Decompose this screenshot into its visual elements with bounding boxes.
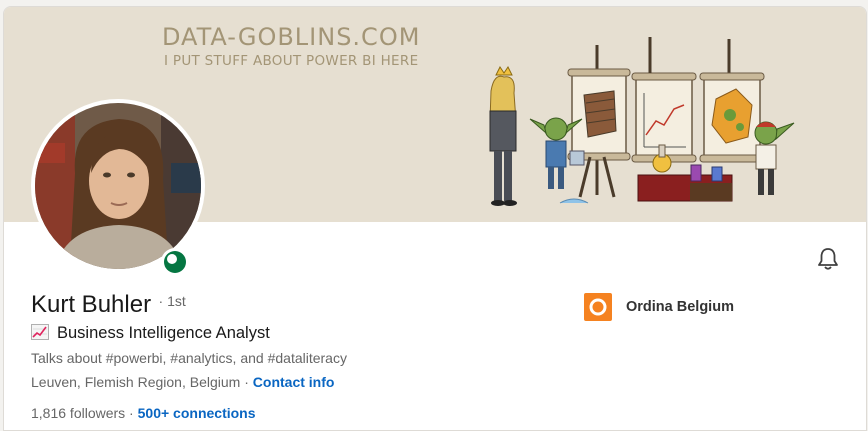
connections-link[interactable]: 500+ connections — [138, 405, 256, 421]
ordina-logo-icon — [584, 293, 612, 321]
online-status-indicator — [161, 248, 189, 276]
followers-count: 1,816 followers — [31, 405, 126, 421]
contact-info-link[interactable]: Contact info — [253, 374, 335, 390]
connection-degree: · 1st — [158, 293, 186, 309]
current-company[interactable]: Ordina Belgium — [584, 292, 734, 322]
separator: · — [240, 374, 253, 390]
avatar — [35, 103, 201, 269]
bell-icon[interactable] — [815, 246, 841, 272]
banner-title: DATA-GOBLINS.COM — [162, 23, 421, 51]
chart-increasing-icon — [31, 324, 49, 340]
profile-photo[interactable] — [31, 99, 205, 273]
headline-text: Business Intelligence Analyst — [57, 324, 270, 342]
separator: · — [125, 405, 138, 421]
talks-about: Talks about #powerbi, #analytics, and #d… — [31, 350, 347, 366]
profile-name-row: Kurt Buhler · 1st — [31, 291, 186, 319]
location-row: Leuven, Flemish Region, Belgium · Contac… — [31, 374, 334, 390]
profile-name: Kurt Buhler — [31, 291, 152, 318]
network-row: 1,816 followers · 500+ connections — [31, 405, 256, 421]
profile-headline: Business Intelligence Analyst — [31, 324, 270, 343]
banner-subtitle: I PUT STUFF ABOUT POWER BI HERE — [164, 53, 419, 69]
profile-card: DATA-GOBLINS.COM I PUT STUFF ABOUT POWER… — [3, 6, 867, 431]
company-name: Ordina Belgium — [626, 299, 734, 315]
location-text: Leuven, Flemish Region, Belgium — [31, 374, 241, 390]
goblins-illustration — [489, 37, 795, 206]
